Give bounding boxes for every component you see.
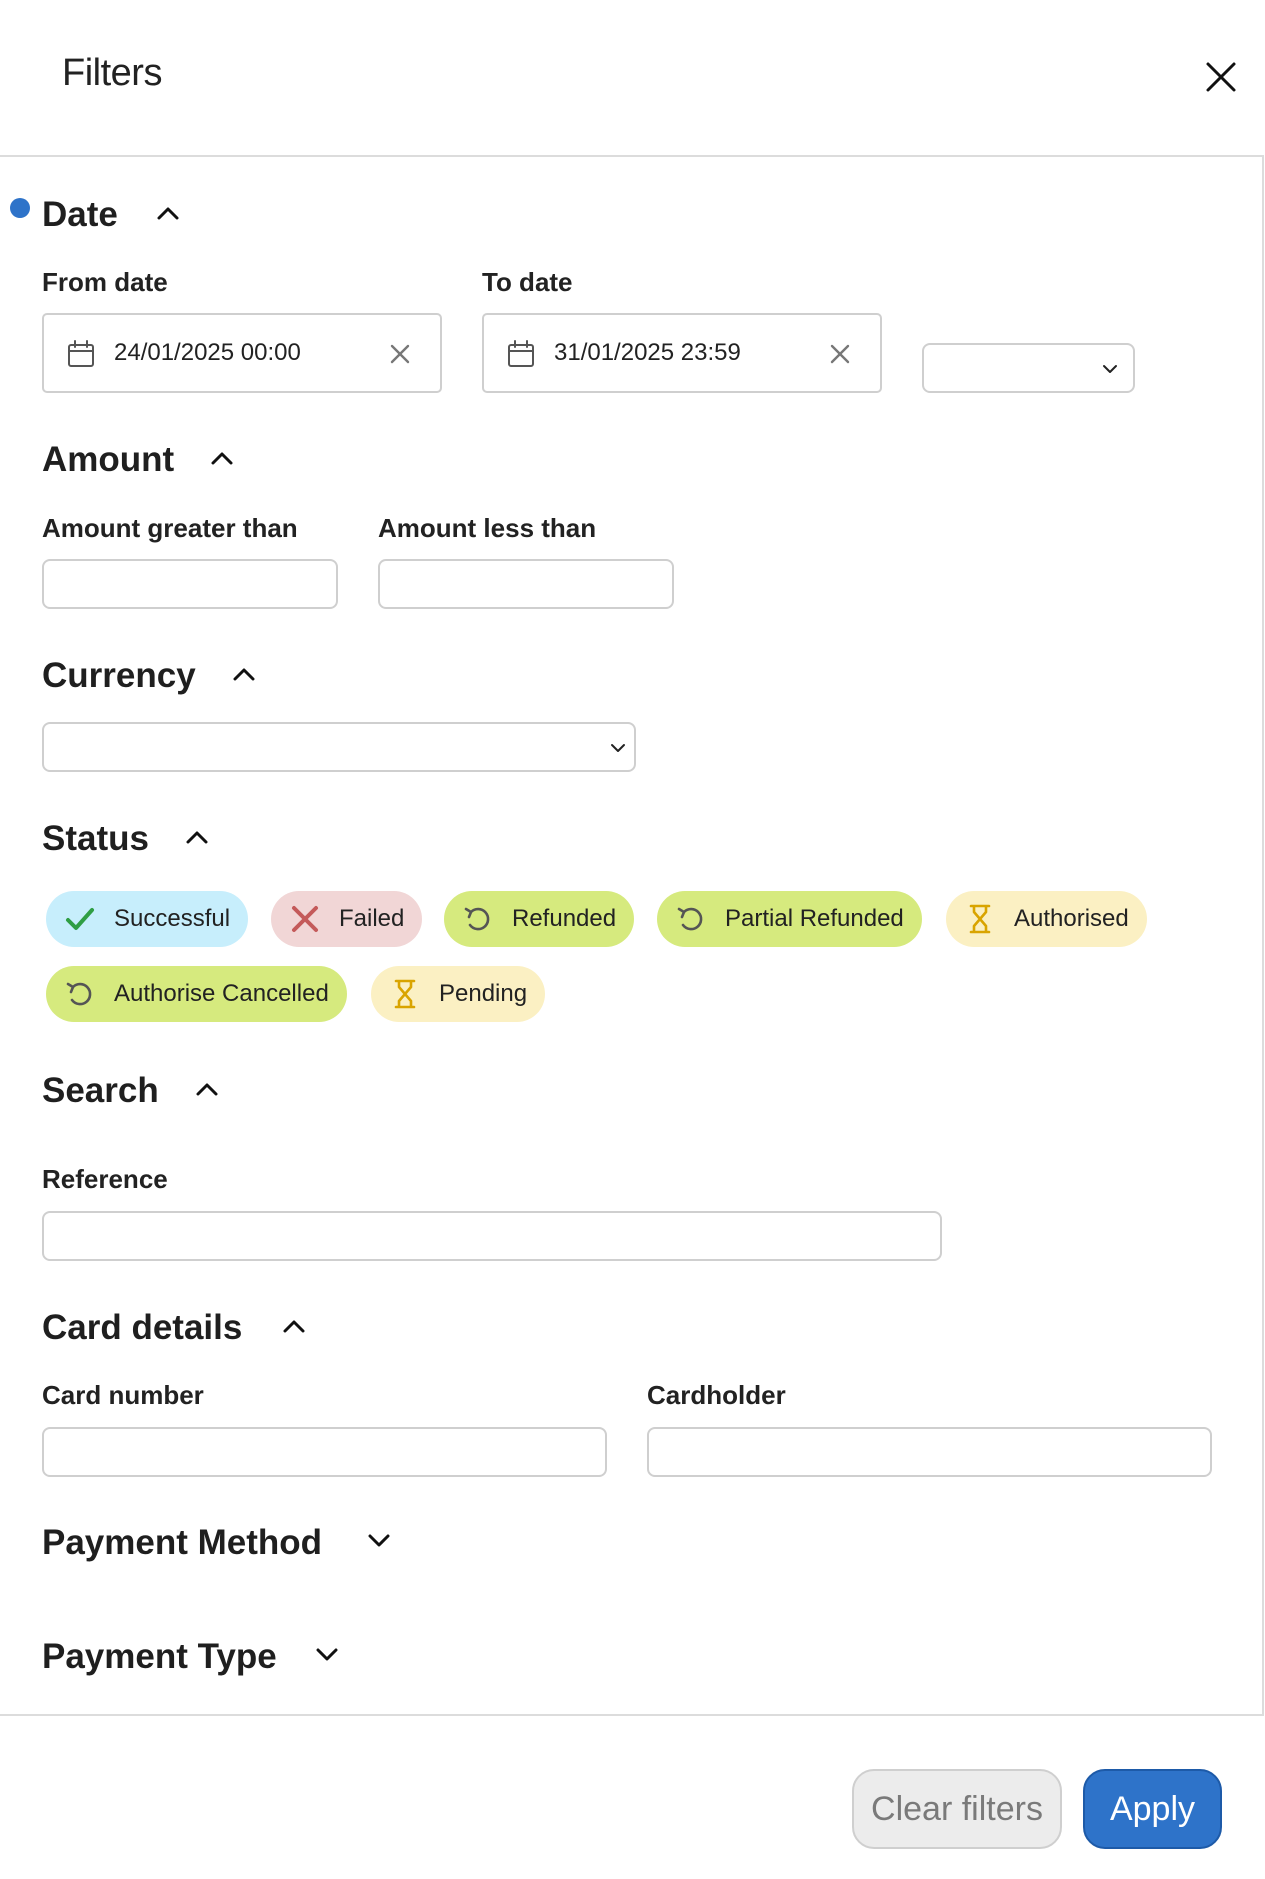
chevron-down-icon: [368, 1534, 390, 1547]
amount-greater-label: Amount greater than: [42, 513, 298, 543]
cardholder-label: Cardholder: [647, 1380, 786, 1410]
status-chip-label: Failed: [339, 905, 405, 932]
status-chip-label: Refunded: [512, 905, 617, 932]
status-chip-label: Partial Refunded: [725, 905, 904, 932]
status-chip-pending[interactable]: Pending: [371, 966, 546, 1022]
card-details-collapse-toggle[interactable]: [277, 1309, 311, 1343]
payment-type-expand-toggle[interactable]: [310, 1638, 344, 1672]
from-date-label: From date: [42, 267, 168, 297]
amount-section-title: Amount: [42, 440, 175, 479]
to-date-field[interactable]: 31/01/2025 23:59: [482, 313, 882, 393]
calendar-icon: [508, 340, 534, 367]
clear-filters-button[interactable]: Clear filters: [852, 1769, 1062, 1849]
status-section-title: Status: [42, 819, 149, 858]
date-collapse-toggle[interactable]: [151, 196, 185, 230]
status-collapse-toggle[interactable]: [180, 820, 214, 854]
refund-icon: [66, 982, 92, 1006]
card-details-section-title: Card details: [42, 1308, 243, 1347]
chevron-up-icon: [233, 668, 255, 681]
status-chip-partial-refunded[interactable]: Partial Refunded: [657, 891, 922, 947]
status-chip-refunded[interactable]: Refunded: [444, 891, 635, 947]
status-chip-label: Pending: [439, 980, 528, 1007]
chevron-up-icon: [196, 1083, 218, 1096]
check-icon: [66, 908, 94, 930]
clear-to-date-icon[interactable]: [827, 341, 853, 367]
status-chip-label: Authorise Cancelled: [114, 980, 329, 1007]
currency-select[interactable]: [42, 722, 636, 772]
card-number-label: Card number: [42, 1380, 204, 1410]
search-section-title: Search: [42, 1071, 159, 1110]
page-title: Filters: [62, 52, 162, 94]
chevron-down-icon: [1103, 365, 1117, 373]
refund-icon: [464, 907, 490, 931]
status-chip-label: Authorised: [1014, 905, 1129, 932]
search-collapse-toggle[interactable]: [190, 1072, 224, 1106]
chevron-down-icon: [611, 744, 625, 752]
hourglass-icon: [394, 979, 416, 1009]
card-number-input[interactable]: [42, 1427, 607, 1477]
status-chip-failed[interactable]: Failed: [271, 891, 423, 947]
currency-section-title: Currency: [42, 656, 196, 695]
payment-method-section-title: Payment Method: [42, 1523, 323, 1562]
chevron-up-icon: [186, 831, 208, 844]
apply-button[interactable]: Apply: [1083, 1769, 1222, 1849]
close-icon: [1206, 62, 1236, 92]
currency-collapse-toggle[interactable]: [227, 657, 261, 691]
to-date-value: 31/01/2025 23:59: [554, 339, 741, 366]
status-chip-authorise-cancelled[interactable]: Authorise Cancelled: [46, 966, 347, 1022]
close-button[interactable]: [1196, 52, 1246, 102]
chevron-up-icon: [157, 207, 179, 220]
from-date-field[interactable]: 24/01/2025 00:00: [42, 313, 442, 393]
timezone-select[interactable]: [922, 343, 1135, 393]
amount-greater-input[interactable]: [42, 559, 338, 609]
chevron-up-icon: [283, 1320, 305, 1333]
x-icon: [292, 906, 318, 932]
filters-panel: Filters Date From date To date 24/01/202…: [0, 0, 1265, 1879]
refund-icon: [677, 907, 703, 931]
reference-input[interactable]: [42, 1211, 942, 1261]
chevron-down-icon: [316, 1648, 338, 1661]
cardholder-input[interactable]: [647, 1427, 1212, 1477]
from-date-value: 24/01/2025 00:00: [114, 339, 301, 366]
calendar-icon: [68, 340, 94, 367]
status-chip-successful[interactable]: Successful: [46, 891, 249, 947]
date-active-indicator: [10, 198, 30, 218]
hourglass-icon: [969, 904, 991, 934]
status-chip-authorised[interactable]: Authorised: [946, 891, 1147, 947]
amount-less-label: Amount less than: [378, 513, 597, 543]
date-section-title: Date: [42, 195, 118, 234]
payment-method-expand-toggle[interactable]: [362, 1524, 396, 1558]
amount-collapse-toggle[interactable]: [205, 441, 239, 475]
status-chip-label: Successful: [114, 905, 231, 932]
clear-from-date-icon[interactable]: [387, 341, 413, 367]
to-date-label: To date: [482, 267, 573, 297]
amount-less-input[interactable]: [378, 559, 674, 609]
chevron-up-icon: [211, 452, 233, 465]
reference-label: Reference: [42, 1164, 168, 1194]
payment-type-section-title: Payment Type: [42, 1637, 277, 1676]
